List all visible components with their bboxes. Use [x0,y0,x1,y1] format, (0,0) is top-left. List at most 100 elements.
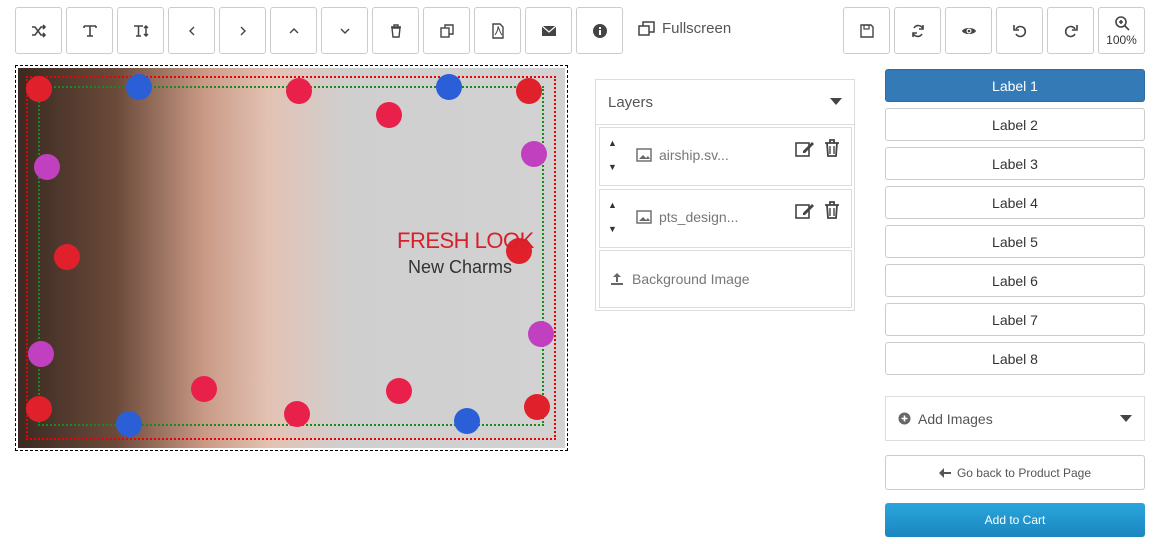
chevron-down-icon [340,28,349,34]
layers-header[interactable]: Layers [596,80,854,125]
zoom-button[interactable]: 100% [1098,7,1145,54]
layer-name: pts_design... [659,209,739,225]
flower-decoration [28,341,54,367]
text-size-button[interactable] [117,7,164,54]
label-button-6[interactable]: Label 6 [885,264,1145,297]
chevron-right-icon [240,26,246,35]
duplicate-icon [439,23,454,38]
flower-decoration [386,378,412,404]
arrow-left-icon [938,467,951,478]
preview-button[interactable] [945,7,992,54]
canvas-subline-text[interactable]: New Charms [408,257,512,278]
label-button-5[interactable]: Label 5 [885,225,1145,258]
selection-outline-green [38,86,544,426]
flower-decoration [26,76,52,102]
fullscreen-icon [638,20,655,36]
flower-decoration [376,102,402,128]
redo-icon [1064,24,1078,37]
back-to-product-button[interactable]: Go back to Product Page [885,455,1145,490]
move-left-button[interactable] [168,7,215,54]
label-button-8[interactable]: Label 8 [885,342,1145,375]
add-images-dropdown[interactable]: Add Images [885,396,1145,441]
flower-decoration [521,141,547,167]
flower-decoration [528,321,554,347]
flower-decoration [436,74,462,100]
flower-decoration [54,244,80,270]
undo-icon [1012,24,1026,37]
text-icon [82,24,97,37]
pdf-icon [491,22,504,39]
duplicate-button[interactable] [423,7,470,54]
fullscreen-toggle[interactable]: Fullscreen [638,20,731,37]
layers-title: Layers [608,93,654,111]
refresh-icon [911,24,924,37]
chevron-left-icon [188,26,194,35]
layer-name: airship.sv... [659,147,729,163]
arrow-down-icon[interactable]: ▼ [608,224,617,234]
caret-down-icon [830,98,842,105]
background-image-item[interactable]: Background Image [599,250,852,308]
move-down-button[interactable] [321,7,368,54]
flower-decoration [516,78,542,104]
flower-decoration [26,396,52,422]
arrow-up-icon[interactable]: ▲ [608,138,617,148]
email-button[interactable] [525,7,572,54]
redo-button[interactable] [1047,7,1094,54]
layer-item[interactable]: ▲ ▼ airship.sv... [599,127,852,186]
move-up-button[interactable] [270,7,317,54]
trash-icon[interactable] [823,139,841,157]
background-image-label: Background Image [632,271,750,287]
arrow-down-icon[interactable]: ▼ [608,162,617,172]
info-icon [592,23,607,38]
add-to-cart-button[interactable]: Add to Cart [885,503,1145,537]
image-icon [636,148,652,162]
flower-decoration [286,78,312,104]
flower-decoration [191,376,217,402]
layer-order-arrows[interactable]: ▲ ▼ [608,200,617,234]
flower-decoration [116,411,142,437]
trash-icon [390,23,401,38]
back-label: Go back to Product Page [956,465,1092,480]
shuffle-icon [31,23,46,38]
edit-icon[interactable] [795,140,815,158]
label-button-2[interactable]: Label 2 [885,108,1145,141]
label-button-7[interactable]: Label 7 [885,303,1145,336]
add-images-header: Add Images [898,411,993,427]
image-icon [636,210,652,224]
design-canvas[interactable]: FRESH LOOK New Charms [15,65,568,451]
add-text-button[interactable] [66,7,113,54]
zoom-level: 100% [1106,32,1137,47]
envelope-icon [541,25,556,36]
info-button[interactable] [576,7,623,54]
caret-down-icon [1120,414,1132,422]
edit-icon[interactable] [795,202,815,220]
refresh-button[interactable] [894,7,941,54]
fullscreen-label: Fullscreen [662,20,732,37]
save-button[interactable] [843,7,890,54]
save-icon [859,23,874,38]
preview-eye-icon [961,27,976,34]
flower-decoration [454,408,480,434]
flower-decoration [34,154,60,180]
pdf-button[interactable] [474,7,521,54]
layer-item[interactable]: ▲ ▼ pts_design... [599,189,852,248]
zoom-in-icon [1114,15,1130,31]
label-button-4[interactable]: Label 4 [885,186,1145,219]
shuffle-button[interactable] [15,7,62,54]
add-images-label: Add Images [918,410,993,427]
trash-icon[interactable] [823,201,841,219]
text-size-icon [133,24,149,37]
undo-button[interactable] [996,7,1043,54]
delete-button[interactable] [372,7,419,54]
canvas-headline-text[interactable]: FRESH LOOK [397,228,534,254]
plus-circle-icon [898,412,911,425]
label-button-1[interactable]: Label 1 [885,69,1145,102]
move-right-button[interactable] [219,7,266,54]
chevron-up-icon [289,27,298,33]
layer-order-arrows[interactable]: ▲ ▼ [608,138,617,172]
flower-decoration [126,74,152,100]
layers-panel: Layers ▲ ▼ airship.sv... ▲ ▼ pts_design.… [595,79,855,311]
upload-icon [611,273,623,285]
arrow-up-icon[interactable]: ▲ [608,200,617,210]
label-button-3[interactable]: Label 3 [885,147,1145,180]
